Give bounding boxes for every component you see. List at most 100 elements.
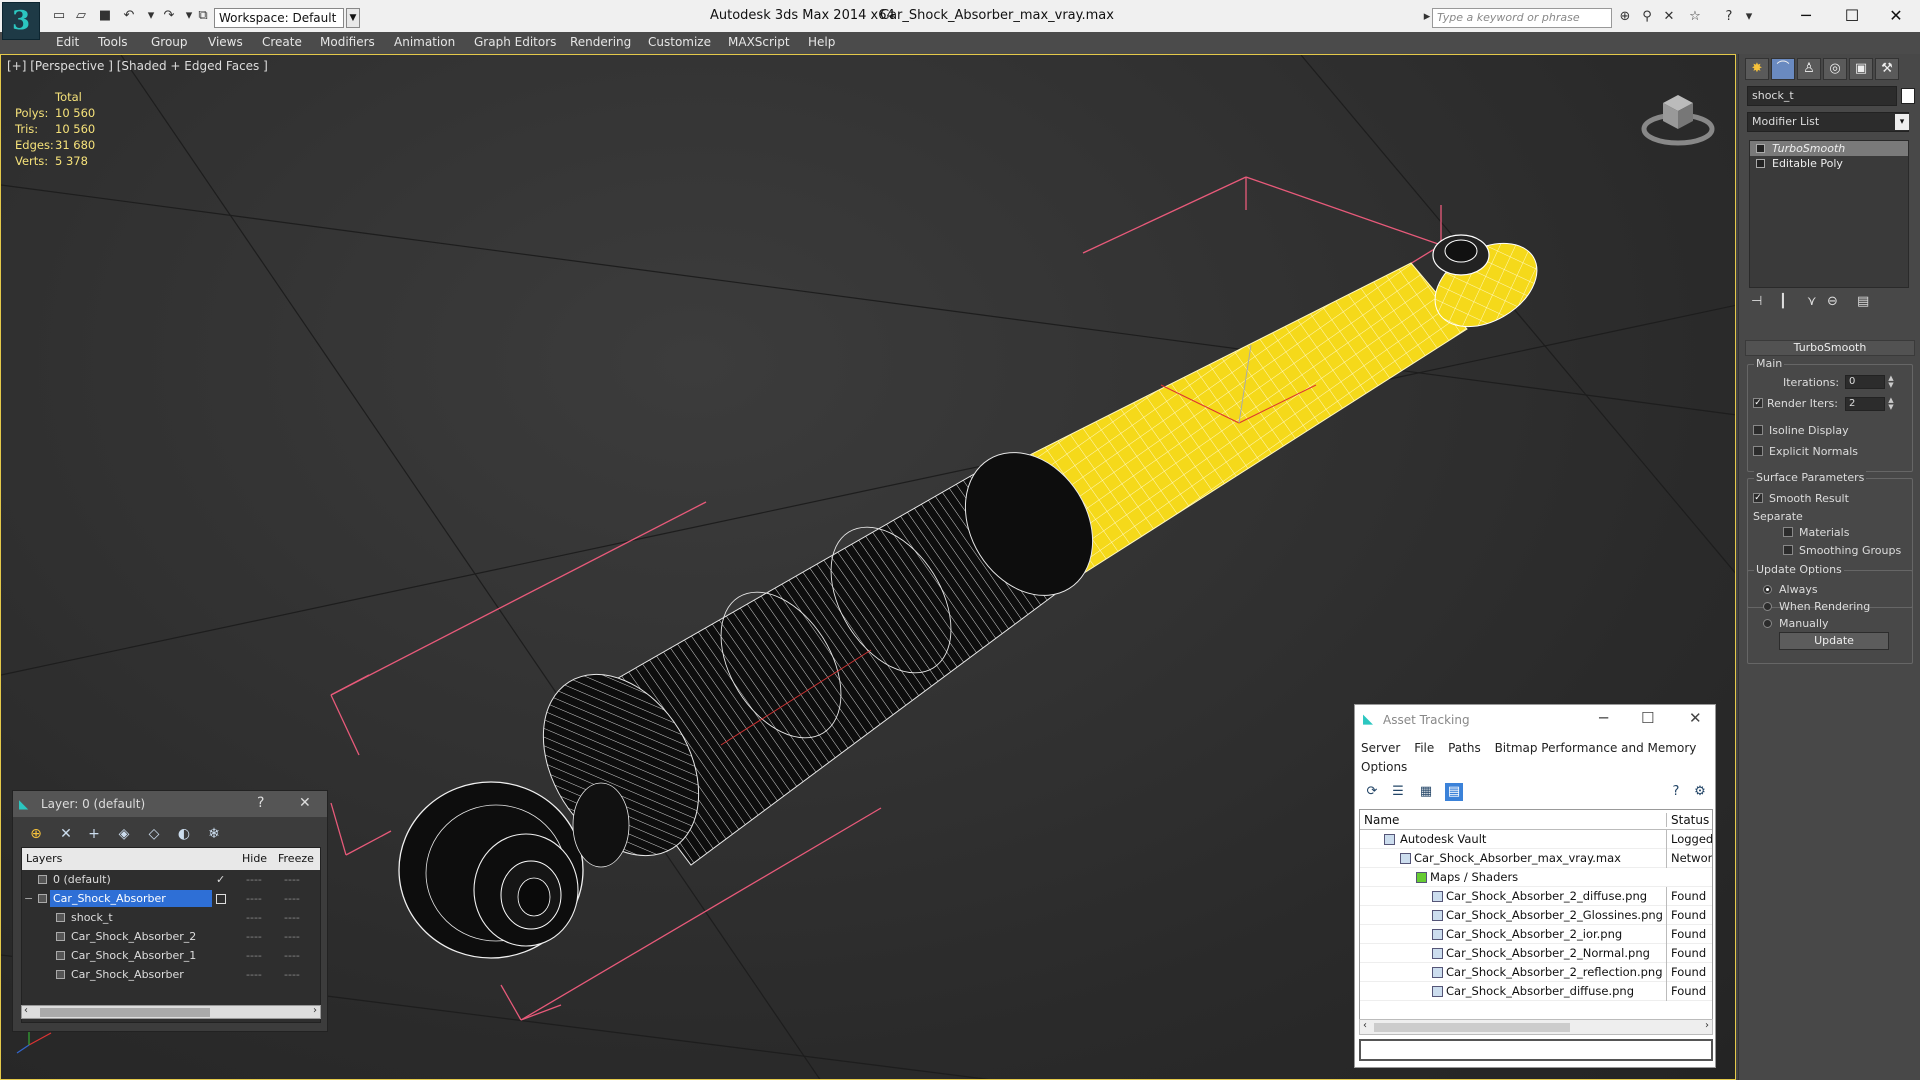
asset-menu-file[interactable]: File (1414, 739, 1434, 758)
delete-layer-icon[interactable]: ✕ (57, 825, 75, 843)
col-freeze[interactable]: Freeze (278, 852, 314, 865)
refresh-icon[interactable]: ⟳ (1363, 783, 1381, 801)
stack-item-turbosmooth[interactable]: TurboSmooth (1750, 141, 1908, 156)
make-unique-icon[interactable]: ⋎ (1807, 294, 1817, 309)
communication-icon[interactable]: ✕ (1660, 8, 1678, 26)
manually-radio[interactable] (1763, 619, 1772, 628)
render-iters-spinner-arrows-icon[interactable]: ▲ ▼ (1887, 397, 1895, 411)
menu-tools[interactable]: Tools (98, 35, 128, 49)
hide-toggle[interactable]: ---- (246, 889, 262, 908)
layer-row[interactable]: 0 (default) ✓ ---- ---- (22, 870, 320, 889)
menu-group[interactable]: Group (151, 35, 188, 49)
menu-views[interactable]: Views (208, 35, 243, 49)
favorites-star-icon[interactable]: ☆ (1686, 8, 1704, 26)
asset-menu-bitmap[interactable]: Bitmap Performance and Memory (1495, 739, 1697, 758)
asset-settings-icon[interactable]: ⚙ (1691, 783, 1709, 801)
asset-horizontal-scrollbar[interactable]: ‹ › (1359, 1019, 1713, 1035)
materials-checkbox[interactable] (1783, 527, 1793, 537)
current-layer-check-icon[interactable]: ✓ (216, 870, 225, 889)
smoothing-groups-checkbox[interactable] (1783, 545, 1793, 555)
minimize-button[interactable]: ─ (1786, 4, 1826, 28)
scroll-right-icon[interactable]: › (313, 1005, 317, 1016)
save-icon[interactable]: ■ (96, 7, 114, 25)
menu-rendering[interactable]: Rendering (570, 35, 631, 49)
asset-row[interactable]: Car_Shock_Absorber_max_vray.max Network (1360, 849, 1712, 868)
asset-minimize-button[interactable]: ─ (1599, 709, 1608, 727)
table-view-icon[interactable]: ▤ (1445, 783, 1463, 801)
isoline-display-checkbox[interactable] (1753, 425, 1763, 435)
hide-toggle[interactable]: ---- (246, 965, 262, 984)
select-objects-icon[interactable]: ◈ (115, 825, 133, 843)
col-hide[interactable]: Hide (242, 852, 267, 865)
freeze-toggle[interactable]: ---- (284, 965, 300, 984)
app-menu-button[interactable]: 3 (2, 2, 40, 40)
create-layer-icon[interactable]: ⊕ (27, 825, 45, 843)
maximize-button[interactable]: ☐ (1832, 4, 1872, 28)
asset-row[interactable]: Autodesk Vault Logged (1360, 830, 1712, 849)
menu-customize[interactable]: Customize (648, 35, 711, 49)
iterations-spinner[interactable]: 0 (1845, 375, 1885, 389)
help-icon[interactable]: ? (1720, 8, 1738, 26)
display-tab-icon[interactable]: ▣ (1849, 58, 1873, 80)
lightbulb-icon[interactable] (1756, 144, 1765, 153)
menu-maxscript[interactable]: MAXScript (728, 35, 790, 49)
hide-toggle[interactable]: ---- (246, 927, 262, 946)
update-button[interactable]: Update (1779, 632, 1889, 650)
scroll-thumb[interactable] (1374, 1023, 1570, 1032)
layer-row[interactable]: Car_Shock_Absorber_1 ---- ---- (22, 946, 320, 965)
layer-dialog-titlebar[interactable]: ◣ Layer: 0 (default) ? ✕ (13, 791, 327, 817)
configure-sets-icon[interactable]: ▤ (1857, 294, 1869, 309)
col-name[interactable]: Name (1364, 813, 1399, 827)
layer-row[interactable]: Car_Shock_Absorber_2 ---- ---- (22, 927, 320, 946)
freeze-toggle[interactable]: ---- (284, 927, 300, 946)
expand-plus-icon[interactable] (1756, 159, 1765, 168)
col-layers[interactable]: Layers (26, 852, 62, 865)
asset-menu-paths[interactable]: Paths (1448, 739, 1481, 758)
asset-row[interactable]: Car_Shock_Absorber_2_reflection.png Foun… (1360, 963, 1712, 982)
viewport-label[interactable]: [+] [Perspective ] [Shaded + Edged Faces… (7, 59, 268, 73)
modifier-list-arrow-icon[interactable]: ▾ (1895, 114, 1909, 130)
modify-tab-icon[interactable]: ⌒ (1771, 58, 1795, 80)
freeze-all-layers-icon[interactable]: ❄ (205, 825, 223, 843)
subscription-icon[interactable]: ⚲ (1638, 8, 1656, 26)
workspace-arrow-icon[interactable]: ▼ (346, 8, 360, 28)
collapse-icon[interactable]: − (24, 889, 33, 908)
asset-maximize-button[interactable]: ☐ (1641, 709, 1654, 727)
undo-dropdown-icon[interactable]: ▾ (142, 7, 160, 25)
motion-tab-icon[interactable]: ◎ (1823, 58, 1847, 80)
scroll-left-icon[interactable]: ‹ (1363, 1020, 1367, 1031)
list-view-icon[interactable]: ☰ (1389, 783, 1407, 801)
scroll-left-icon[interactable]: ‹ (24, 1005, 28, 1016)
utilities-tab-icon[interactable]: ⚒ (1875, 58, 1899, 80)
show-end-result-icon[interactable]: ┃ (1779, 294, 1787, 309)
hide-toggle[interactable]: ---- (246, 908, 262, 927)
menu-create[interactable]: Create (262, 35, 302, 49)
asset-row[interactable]: Car_Shock_Absorber_2_ior.png Found (1360, 925, 1712, 944)
hide-toggle[interactable]: ---- (246, 870, 262, 889)
asset-tracking-titlebar[interactable]: ◣ Asset Tracking ─ ☐ ✕ (1355, 705, 1715, 735)
freeze-toggle[interactable]: ---- (284, 889, 300, 908)
freeze-toggle[interactable]: ---- (284, 908, 300, 927)
asset-path-input[interactable] (1359, 1039, 1713, 1061)
project-folder-icon[interactable]: ⧉ (194, 7, 212, 25)
render-iters-spinner[interactable]: 2 (1845, 397, 1885, 411)
asset-row[interactable]: Car_Shock_Absorber_2_Normal.png Found (1360, 944, 1712, 963)
layer-close-button[interactable]: ✕ (299, 795, 311, 811)
remove-modifier-icon[interactable]: ⊖ (1827, 294, 1838, 309)
search-input[interactable]: Type a keyword or phrase (1432, 8, 1612, 28)
menu-help[interactable]: Help (808, 35, 835, 49)
asset-menu-server[interactable]: Server (1361, 739, 1400, 758)
modifier-list-dropdown[interactable]: Modifier List (1747, 112, 1909, 132)
asset-row[interactable]: Car_Shock_Absorber_diffuse.png Found (1360, 982, 1712, 1001)
layer-help-button[interactable]: ? (257, 795, 264, 811)
binoculars-icon[interactable]: ⊕ (1616, 8, 1634, 26)
asset-help-icon[interactable]: ? (1667, 783, 1685, 801)
layer-row[interactable]: Car_Shock_Absorber ---- ---- (22, 965, 320, 984)
iterations-spinner-arrows-icon[interactable]: ▲ ▼ (1887, 375, 1895, 389)
menu-modifiers[interactable]: Modifiers (320, 35, 375, 49)
col-status[interactable]: Status (1666, 813, 1709, 827)
hide-all-layers-icon[interactable]: ◐ (175, 825, 193, 843)
freeze-toggle[interactable]: ---- (284, 870, 300, 889)
scroll-thumb[interactable] (40, 1008, 210, 1017)
asset-row[interactable]: Car_Shock_Absorber_2_diffuse.png Found (1360, 887, 1712, 906)
